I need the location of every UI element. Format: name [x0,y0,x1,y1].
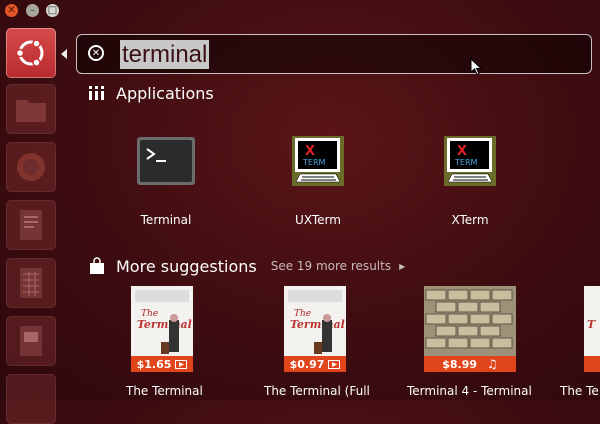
mouse-pointer-icon [470,58,483,76]
active-pointer-icon [61,49,67,59]
suggestion-label: The Terminal (Full [264,384,370,398]
app-label: Terminal [140,213,192,227]
ubuntu-logo-icon [15,39,44,67]
suggestion-label: The Te [560,384,599,398]
clear-search-icon[interactable]: ✕ [88,45,104,61]
svg-text:TERM: TERM [302,158,326,167]
shopping-bag-icon [90,257,104,274]
price-badge [584,356,600,372]
impress-launcher-item[interactable] [6,316,56,366]
price-text: $1.65 [136,357,172,371]
video-icon [328,359,341,369]
price-text: $0.97 [289,357,325,371]
firefox-launcher-item[interactable] [6,142,56,192]
files-launcher-item[interactable] [6,84,56,134]
launcher-item[interactable] [6,374,56,424]
svg-text:TERM: TERM [454,158,478,167]
calc-launcher-item[interactable] [6,258,56,308]
folder-icon [16,100,46,122]
writer-launcher-item[interactable] [6,200,56,250]
document-icon [20,210,42,240]
search-query[interactable]: terminal [120,40,210,69]
applications-section-header: Applications [88,81,214,105]
launcher [0,20,62,424]
app-label: UXTerm [295,213,341,227]
applications-icon [89,86,104,100]
chevron-right-icon: ▶ [399,261,406,271]
price-badge: $0.97 [284,356,346,372]
uxterm-icon: X TERM [292,136,344,186]
svg-text:T: T [587,318,596,331]
app-label: XTerm [451,213,489,227]
xterm-icon: X TERM [444,136,496,186]
svg-text:X: X [305,144,315,159]
suggestions-section-header: More suggestions See 19 more results ▶ [88,254,405,278]
search-bar[interactable]: ✕ terminal [76,34,592,74]
terminal-icon [137,137,195,185]
suggestion-label: The Terminal [126,384,203,398]
see-more-results-link[interactable]: See 19 more results [271,259,391,273]
dash-home-button[interactable] [6,28,56,78]
suggestions-section-title: More suggestions [116,256,257,276]
video-icon [175,359,188,369]
price-badge: $8.99 ♫ [424,356,516,372]
close-window-button[interactable]: ✕ [5,4,18,17]
presentation-icon [20,326,42,356]
price-badge: $1.65 [131,356,193,372]
svg-text:Terminal: Terminal [290,318,345,331]
music-note-icon: ♫ [487,357,498,371]
suggestion-label: Terminal 4 - Terminal [407,384,532,398]
applications-section-title: Applications [116,83,214,103]
price-text: $8.99 [442,357,478,371]
svg-text:X: X [457,144,467,159]
minimize-window-button[interactable]: – [26,4,39,17]
firefox-icon [17,153,45,181]
maximize-window-button[interactable]: □ [46,4,59,17]
svg-text:Terminal: Terminal [137,318,192,331]
spreadsheet-icon [20,268,42,298]
